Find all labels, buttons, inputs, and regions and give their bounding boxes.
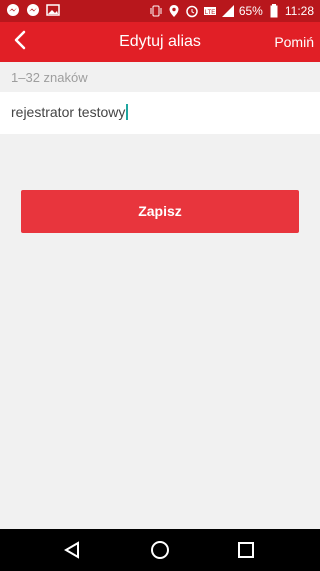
status-bar: LTE 65% 11:28: [0, 0, 320, 22]
alias-value: rejestrator testowy: [11, 104, 126, 120]
alias-input[interactable]: rejestrator testowy: [11, 102, 129, 122]
status-right: LTE 65% 11:28: [149, 3, 314, 19]
save-button[interactable]: Zapisz: [21, 190, 299, 233]
alias-field[interactable]: rejestrator testowy: [0, 92, 320, 134]
messenger-icon: [26, 3, 40, 17]
vibrate-icon: [149, 4, 163, 18]
page-title: Edytuj alias: [119, 33, 201, 50]
app-header: Edytuj alias Pomiń: [0, 22, 320, 62]
navigation-bar: [0, 529, 320, 571]
text-caret: [126, 104, 129, 120]
battery-icon: [267, 4, 281, 18]
recents-square-icon[interactable]: [234, 538, 258, 562]
input-hint: 1–32 znaków: [11, 70, 88, 85]
messenger-icon: [6, 3, 20, 17]
back-triangle-icon[interactable]: [60, 538, 84, 562]
battery-percent: 65%: [238, 4, 263, 18]
location-icon: [167, 4, 181, 18]
image-icon: [46, 3, 60, 17]
home-circle-icon[interactable]: [148, 538, 172, 562]
alarm-icon: [185, 4, 199, 18]
status-left: [6, 3, 60, 17]
skip-button[interactable]: Pomiń: [274, 22, 314, 62]
clock: 11:28: [284, 4, 314, 18]
lte-icon: LTE: [203, 4, 217, 18]
signal-icon: [221, 4, 235, 18]
svg-text:LTE: LTE: [205, 10, 216, 16]
